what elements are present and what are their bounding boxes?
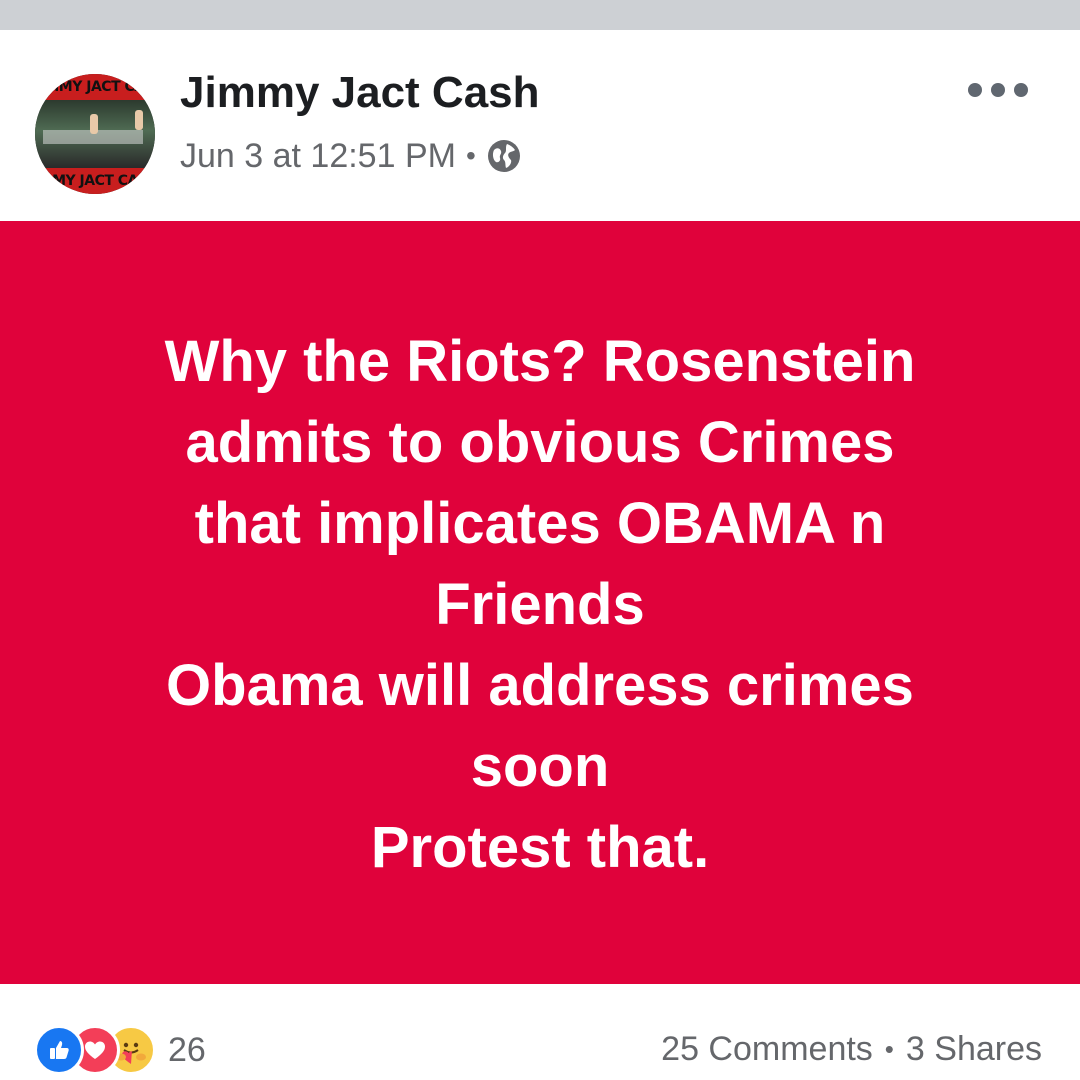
banner-line: that implicates OBAMA n xyxy=(194,491,886,556)
author-name[interactable]: Jimmy Jact Cash xyxy=(180,68,540,118)
shares-link[interactable]: 3 Shares xyxy=(906,1030,1042,1069)
post-timestamp[interactable]: Jun 3 at 12:51 PM xyxy=(180,137,456,176)
reaction-count: 26 xyxy=(168,1030,206,1069)
post-header: MMY JACT CA MY JACT CA Jimmy Jact Cash J… xyxy=(0,30,1080,220)
like-icon xyxy=(34,1025,84,1075)
avatar-banner-text: MMY JACT CA xyxy=(35,74,155,100)
engagement-stats: 25 Comments • 3 Shares xyxy=(661,1030,1042,1069)
banner-line: soon xyxy=(470,734,610,799)
post-text-banner: Why the Riots? Rosenstein admits to obvi… xyxy=(0,221,1080,984)
post-meta: Jun 3 at 12:51 PM • xyxy=(180,134,522,178)
banner-line: admits to obvious Crimes xyxy=(185,410,895,475)
avatar[interactable]: MMY JACT CA MY JACT CA xyxy=(35,74,155,194)
banner-line: Why the Riots? Rosenstein xyxy=(164,329,916,394)
avatar-banner-text-bottom: MY JACT CA xyxy=(35,168,155,194)
banner-line: Obama will address crimes xyxy=(166,653,914,718)
reactions-summary[interactable]: 26 xyxy=(34,1025,206,1075)
avatar-image xyxy=(35,100,155,168)
engagement-separator: • xyxy=(884,1034,894,1064)
post-card: MMY JACT CA MY JACT CA Jimmy Jact Cash J… xyxy=(0,30,1080,1080)
banner-line: Friends xyxy=(435,572,645,637)
comments-link[interactable]: 25 Comments xyxy=(661,1030,873,1069)
globe-icon[interactable] xyxy=(486,138,522,174)
meta-separator: • xyxy=(465,140,476,171)
post-footer: 26 25 Comments • 3 Shares xyxy=(0,984,1080,1080)
more-options-icon[interactable] xyxy=(968,78,1028,102)
banner-text: Why the Riots? Rosenstein admits to obvi… xyxy=(90,321,990,888)
banner-line: Protest that. xyxy=(370,815,710,880)
top-strip xyxy=(0,0,1080,30)
